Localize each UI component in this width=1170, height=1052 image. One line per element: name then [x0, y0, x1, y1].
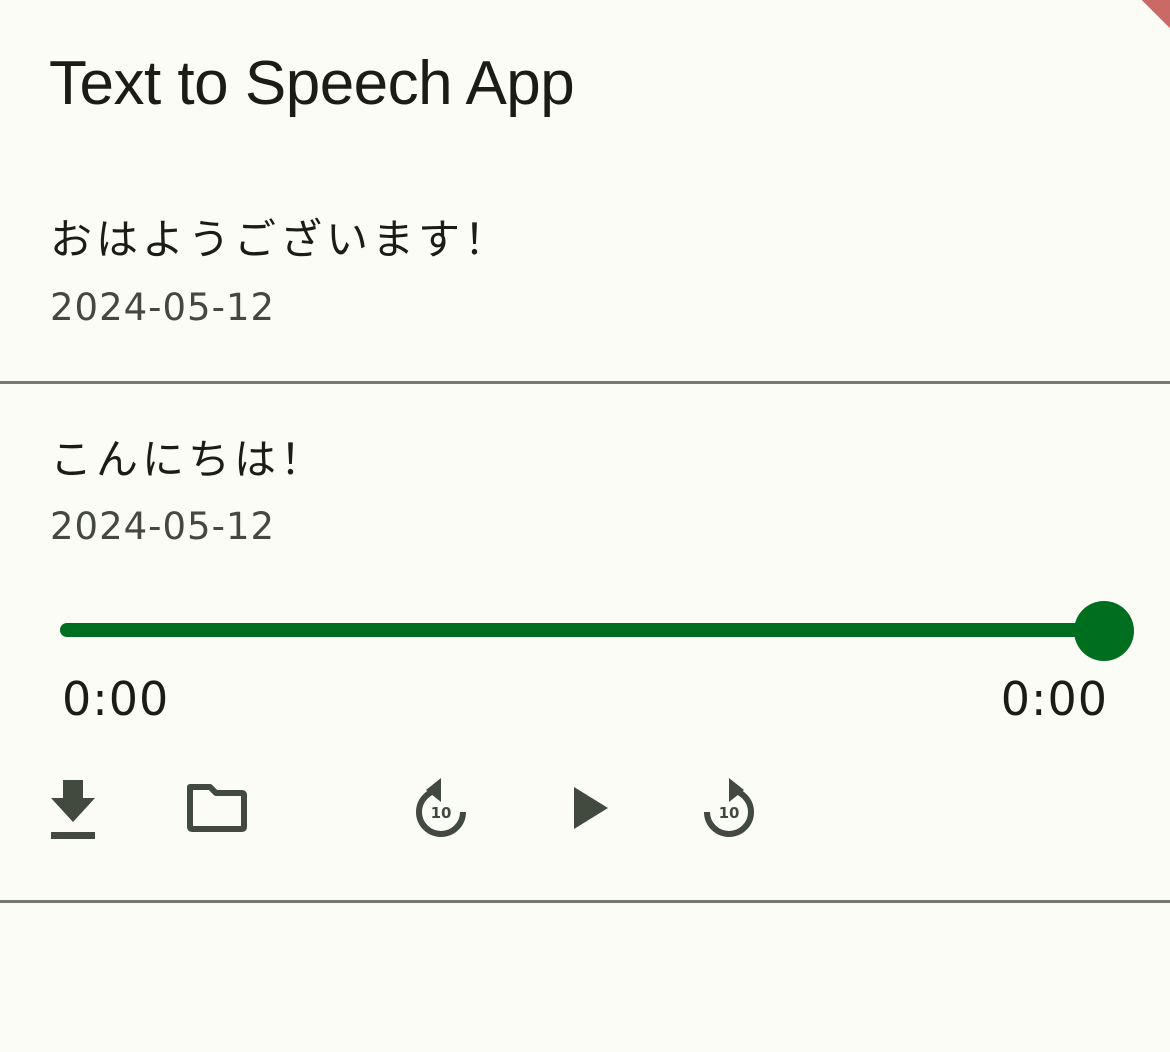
debug-banner [1103, 0, 1170, 47]
entry-date: 2024-05-12 [50, 286, 276, 329]
divider [0, 900, 1170, 903]
play-icon [570, 785, 610, 831]
forward-10-icon: 10 [702, 776, 756, 840]
total-time: 0:00 [1000, 672, 1108, 726]
replay-10-icon: 10 [414, 776, 468, 840]
app-screen: Text to Speech App おはようございます！ 2024-05-12… [0, 0, 1170, 1052]
download-button[interactable] [33, 768, 113, 848]
current-time: 0:00 [62, 672, 170, 726]
replay-10-button[interactable]: 10 [401, 768, 481, 848]
divider [0, 381, 1170, 384]
slider-thumb[interactable] [1074, 601, 1134, 661]
download-icon [49, 776, 97, 840]
slider-active-track [60, 623, 1104, 637]
entry-date: 2024-05-12 [50, 505, 276, 548]
forward-10-button[interactable]: 10 [689, 768, 769, 848]
folder-icon [186, 783, 248, 833]
app-title: Text to Speech App [49, 49, 575, 118]
entry-text: おはようございます！ [50, 215, 511, 264]
replay-seconds-label: 10 [430, 804, 452, 822]
forward-seconds-label: 10 [718, 804, 740, 822]
audio-progress-slider[interactable] [60, 623, 1104, 637]
entry-text: こんにちは！ [50, 435, 327, 484]
open-folder-button[interactable] [177, 768, 257, 848]
play-button[interactable] [550, 768, 630, 848]
